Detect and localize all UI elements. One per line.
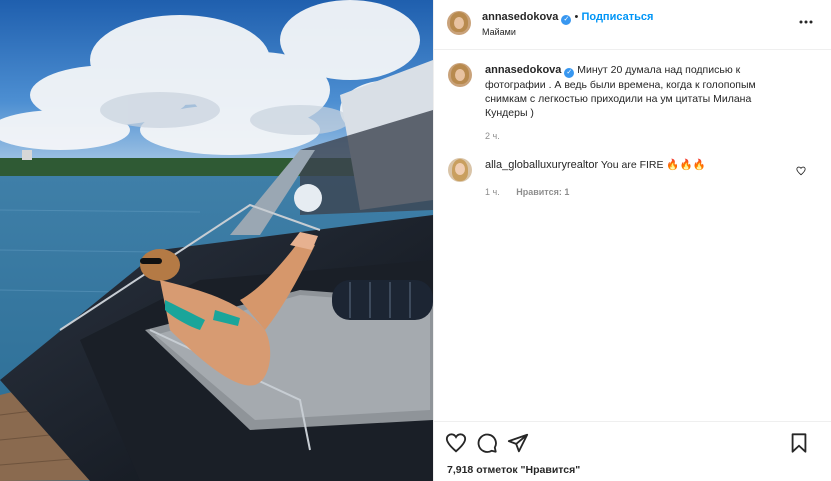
comment-meta: 1 ч. Нравится: 1 (485, 187, 569, 197)
comment-time[interactable]: 1 ч. (485, 187, 500, 197)
author-username[interactable]: annasedokova (482, 11, 558, 23)
follow-button[interactable]: Подписаться (581, 11, 653, 23)
paper-plane-icon[interactable] (507, 432, 529, 454)
post-header: annasedokova ✓ • Подписаться Майами (434, 0, 831, 50)
bookmark-icon[interactable] (788, 432, 810, 454)
heart-icon[interactable] (445, 432, 467, 454)
more-options-icon[interactable] (798, 14, 814, 30)
comment-item: alla_globalluxuryrealtor You are FIRE 🔥🔥… (448, 158, 818, 198)
comment-likes-count[interactable]: Нравится: 1 (516, 187, 569, 197)
post-location[interactable]: Майами (482, 27, 516, 37)
verified-badge-icon: ✓ (564, 68, 575, 78)
post-actions: 7,918 отметок "Нравится" (434, 421, 831, 481)
caption-time[interactable]: 2 ч. (485, 131, 500, 141)
instagram-post: annasedokova ✓ • Подписаться Майами anna… (0, 0, 831, 481)
author-avatar[interactable] (447, 11, 471, 35)
comment-text-block: alla_globalluxuryrealtor You are FIRE 🔥🔥… (485, 158, 785, 172)
commenter-avatar[interactable] (448, 158, 472, 182)
photo-scene (0, 0, 433, 481)
likes-count[interactable]: 7,918 отметок "Нравится" (447, 464, 580, 476)
caption: annasedokova ✓ Минут 20 думала над подпи… (448, 63, 788, 153)
comment-username[interactable]: alla_globalluxuryrealtor (485, 159, 598, 171)
caption-author-avatar[interactable] (448, 63, 472, 87)
comment-like-heart-icon[interactable] (796, 166, 806, 176)
caption-text-block: annasedokova ✓ Минут 20 думала над подпи… (485, 63, 785, 120)
comment-body: You are FIRE 🔥🔥🔥 (600, 159, 706, 171)
comment-icon[interactable] (476, 432, 498, 454)
caption-username[interactable]: annasedokova (485, 64, 561, 76)
verified-badge-icon: ✓ (561, 15, 572, 25)
post-photo[interactable] (0, 0, 433, 481)
post-side-panel: annasedokova ✓ • Подписаться Майами anna… (433, 0, 831, 481)
comments-section[interactable]: annasedokova ✓ Минут 20 думала над подпи… (434, 51, 831, 416)
